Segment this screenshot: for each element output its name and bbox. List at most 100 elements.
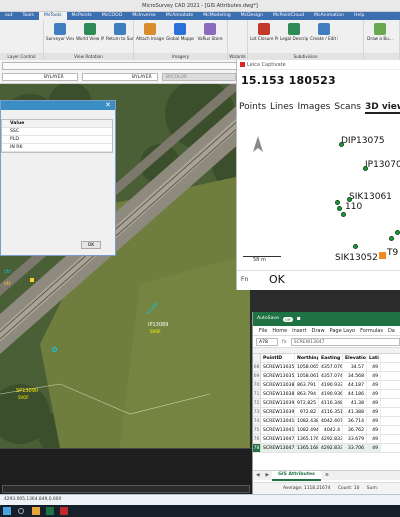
row-number[interactable]: 71 [253, 390, 261, 398]
color-combo[interactable]: BYCOLOR [162, 73, 236, 81]
search-icon[interactable] [18, 508, 24, 514]
point-marker[interactable] [339, 142, 344, 147]
excel-row[interactable]: 68 SCREW13035 1058.065 4357.076 34.57 49 [253, 363, 400, 372]
table-row[interactable]: PLD [2, 136, 112, 144]
excel-cell[interactable]: 863.794 [295, 390, 319, 398]
prev-sheet-icon[interactable]: ◀ [253, 473, 263, 478]
tab-3d-view[interactable]: 3D view [364, 102, 400, 114]
tab-points[interactable]: Points [239, 102, 266, 114]
point-marker[interactable] [353, 244, 358, 249]
excel-tab-3[interactable]: Draw [311, 326, 324, 335]
name-box[interactable]: A78 [256, 337, 278, 346]
menu-tab-2[interactable]: MsTools [38, 12, 67, 20]
excel-cell[interactable]: 863.791 [295, 381, 319, 389]
excel-cell[interactable]: SCREW13038 [261, 381, 295, 389]
save-icon[interactable]: ▪ [297, 312, 301, 326]
excel-tab-4[interactable]: Page Layo [330, 326, 356, 335]
excel-cell[interactable]: SCREW13039 [261, 399, 295, 407]
excel-cell[interactable]: 49 [367, 408, 381, 416]
excel-row[interactable]: 74 SCREW13041 1082.438 4042.407 36.714 49 [253, 417, 400, 426]
row-number[interactable]: 76 [253, 435, 261, 443]
excel-cell[interactable]: 1365.168 [295, 444, 319, 452]
excel-tab-5[interactable]: Formulas [360, 326, 383, 335]
excel-cell[interactable]: 49 [367, 444, 381, 452]
excel-cell[interactable]: 44.186 [343, 390, 367, 398]
excel-cell[interactable]: 49 [367, 399, 381, 407]
ok-button[interactable]: OK [81, 241, 101, 249]
leica-3d-view[interactable]: DIP13075 IP13070 SIK13061 110 SIK13052 T… [237, 118, 400, 270]
excel-cell[interactable]: SCREW13038B [261, 390, 295, 398]
point-marker[interactable] [389, 236, 394, 241]
menu-tab-8[interactable]: McDesign [236, 12, 268, 20]
excel-cell[interactable]: 49 [367, 435, 381, 443]
excel-grid[interactable]: PointID Northing Easting Elevation Lati 68 SCR… [253, 354, 400, 453]
excel-cell[interactable]: 4357.076 [319, 363, 343, 371]
excel-row[interactable]: 71 SCREW13038B 863.794 4190.936 44.186 49 [253, 390, 400, 399]
point-marker[interactable] [363, 166, 368, 171]
row-number[interactable]: 78 [253, 444, 261, 452]
excel-cell[interactable]: 33.706 [343, 444, 367, 452]
excel-cell[interactable]: SCREW13035 [261, 363, 295, 371]
excel-row[interactable]: 73 SCREW13039B 972.82 4116.351 41.388 49 [253, 408, 400, 417]
excel-cell[interactable]: Elevation [343, 354, 367, 362]
tab-images[interactable]: Images [298, 102, 331, 114]
excel-tab-6[interactable]: Da [388, 326, 395, 335]
row-number[interactable]: 72 [253, 399, 261, 407]
menu-tab-10[interactable]: McAnimation [309, 12, 349, 20]
menu-tab-6[interactable]: McAnnotate [161, 12, 199, 20]
excel-row[interactable]: 76 SCREW13047 1365.176 4292.833 33.679 49 [253, 435, 400, 444]
excel-row[interactable]: 70 SCREW13038 863.791 4190.933 44.187 49 [253, 381, 400, 390]
excel-cell[interactable]: 1365.176 [295, 435, 319, 443]
excel-cell[interactable]: 4292.833 [319, 435, 343, 443]
linetype-combo[interactable]: BYLAYER [2, 73, 78, 81]
add-sheet-icon[interactable]: ⊕ [321, 473, 333, 478]
excel-cell[interactable]: 49 [367, 363, 381, 371]
sheet-tab-gis-attributes[interactable]: GIS Attributes [272, 470, 321, 481]
point-marker[interactable] [335, 200, 340, 205]
row-number[interactable]: 73 [253, 408, 261, 416]
excel-cell[interactable]: 34.568 [343, 372, 367, 380]
excel-cell[interactable]: Lati [367, 354, 381, 362]
ribbon-button-2-2[interactable]: VaRus Store [196, 22, 224, 52]
ribbon-button-2-0[interactable]: Attach Imagery [136, 22, 164, 52]
point-marker[interactable] [395, 230, 400, 235]
excel-row[interactable]: 72 SCREW13039 972.825 4116.348 41.38 49 [253, 399, 400, 408]
excel-cell[interactable]: 4357.074 [319, 372, 343, 380]
menu-tab-9[interactable]: McPointCloud [268, 12, 309, 20]
excel-cell[interactable]: SCREW13041 [261, 417, 295, 425]
lineweight-combo[interactable]: BYLAYER [82, 73, 158, 81]
ribbon-button-1-0[interactable]: Surveyor View [46, 22, 74, 52]
row-number[interactable]: 74 [253, 417, 261, 425]
excel-cell[interactable]: PointID [261, 354, 295, 362]
excel-cell[interactable]: 34.57 [343, 363, 367, 371]
excel-cell[interactable]: SCREW13047 [261, 435, 295, 443]
ribbon-button-1-1[interactable]: World View (North Up) [76, 22, 104, 52]
excel-cell[interactable]: 1058.061 [295, 372, 319, 380]
menu-tab-7[interactable]: McModeling [198, 12, 235, 20]
menu-tab-5[interactable]: McInverse [127, 12, 160, 20]
excel-cell[interactable]: 4190.936 [319, 390, 343, 398]
excel-cell[interactable]: 972.82 [295, 408, 319, 416]
excel-header-row[interactable]: PointID Northing Easting Elevation Lati [253, 354, 400, 363]
ribbon-button-5-0[interactable]: Draw a Bu... [366, 22, 394, 52]
excel-cell[interactable]: 4116.351 [319, 408, 343, 416]
ribbon-button-2-1[interactable]: Global Mapper Auto-Regen [166, 22, 194, 52]
command-input[interactable] [2, 485, 250, 493]
row-number[interactable]: 75 [253, 426, 261, 434]
excel-cell[interactable]: 4042.4 [319, 426, 343, 434]
menu-tab-0[interactable]: out [0, 12, 18, 20]
excel-cell[interactable]: SCREW13035B [261, 372, 295, 380]
autosave-toggle[interactable]: Off [282, 316, 293, 322]
row-number[interactable]: 68 [253, 363, 261, 371]
app-icon[interactable] [60, 507, 68, 515]
excel-cell[interactable]: 44.187 [343, 381, 367, 389]
excel-cell[interactable]: 49 [367, 426, 381, 434]
excel-cell[interactable]: 49 [367, 417, 381, 425]
excel-cell[interactable]: Northing [295, 354, 319, 362]
point-marker[interactable] [337, 206, 342, 211]
fn-button[interactable]: Fn [241, 276, 248, 283]
function-icon[interactable]: fx [282, 339, 287, 345]
leica-ok-button[interactable]: OK [269, 273, 285, 286]
row-number[interactable]: 70 [253, 381, 261, 389]
excel-cell[interactable]: 49 [367, 381, 381, 389]
